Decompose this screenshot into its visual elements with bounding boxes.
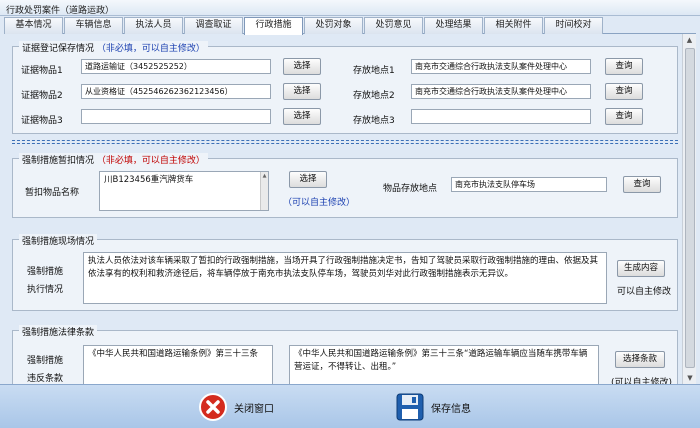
evidence-item-2-select-button[interactable]: 选择 [283,83,321,100]
evidence-note: （非必填，可以自主修改） [96,44,205,54]
close-window-label: 关闭窗口 [234,403,274,415]
scene-label-line1: 强制措施 [27,267,64,277]
seizure-select-hint: （可以自主修改） [283,198,356,208]
vertical-scrollbar[interactable]: ▲ ▼ [682,34,696,384]
evidence-location-3-field[interactable] [411,109,591,124]
tab-penalty-opinion[interactable]: 处罚意见 [364,17,423,34]
evidence-group-title: 证据登记保存情况 （非必填，可以自主修改） [19,41,208,54]
save-info-label: 保存信息 [431,403,471,415]
evidence-location-1-query-button[interactable]: 查询 [605,58,643,75]
evidence-group: 证据登记保存情况 （非必填，可以自主修改） 证据物品1 道路运输证（345252… [12,41,678,134]
seizure-item-text: 川B123456重汽牌货车 [104,175,194,185]
law-label-line1: 强制措施 [27,356,64,366]
scene-group-title: 强制措施现场情况 [19,234,98,247]
evidence-item-2-label: 证据物品2 [21,91,63,101]
scroll-up-icon[interactable]: ▲ [261,172,268,180]
seizure-item-label: 暂扣物品名称 [25,188,80,198]
tab-penalty-target[interactable]: 处罚对象 [304,17,363,34]
seizure-select-button[interactable]: 选择 [289,171,327,188]
evidence-location-2-field[interactable]: 南充市交通综合行政执法支队案件处理中心 [411,84,591,99]
evidence-item-3-select-button[interactable]: 选择 [283,108,321,125]
evidence-location-3-label: 存放地点3 [353,116,395,126]
close-window-button[interactable]: 关闭窗口 [198,391,274,423]
scroll-up-arrow-icon[interactable]: ▲ [683,34,696,46]
law-basis-textarea[interactable]: 《中华人民共和国道路运输条例》第三十三条“道路运输车辆应当随车携带车辆营运证，不… [289,345,599,384]
close-icon [199,393,227,421]
evidence-location-2-label: 存放地点2 [353,91,395,101]
tab-bar: 基本情况 车辆信息 执法人员 调查取证 行政措施 处罚对象 处罚意见 处理结果 … [4,17,696,35]
seizure-note: （非必填，可以自主修改） [96,156,205,166]
tab-administrative-measures[interactable]: 行政措施 [244,17,303,35]
seizure-group-title: 强制措施暂扣情况 （非必填，可以自主修改） [19,153,208,166]
evidence-location-3-query-button[interactable]: 查询 [605,108,643,125]
section-separator [12,140,678,144]
measures-panel: 证据登记保存情况 （非必填，可以自主修改） 证据物品1 道路运输证（345252… [8,34,680,384]
seizure-location-label: 物品存放地点 [383,184,438,194]
scene-group: 强制措施现场情况 强制措施 执行情况 执法人员依法对该车辆采取了暂扣的行政强制措… [12,234,678,311]
law-group-title: 强制措施法律条款 [19,325,98,338]
evidence-location-2-query-button[interactable]: 查询 [605,83,643,100]
save-disk-icon [396,393,424,421]
seizure-item-textarea[interactable]: 川B123456重汽牌货车 ▲ [99,171,269,211]
evidence-item-1-select-button[interactable]: 选择 [283,58,321,75]
scene-execution-textarea[interactable]: 执法人员依法对该车辆采取了暂扣的行政强制措施，当场开具了行政强制措施决定书，告知… [83,252,607,304]
tab-enforcement-staff[interactable]: 执法人员 [124,17,183,34]
save-info-button[interactable]: 保存信息 [395,391,471,423]
tab-attachments[interactable]: 相关附件 [484,17,543,34]
law-select-button[interactable]: 选择条款 [615,351,665,368]
scene-hint: 可以自主修改 [617,287,672,297]
window-title: 行政处罚案件（道路运政） [0,0,700,16]
tab-time-check[interactable]: 时间校对 [544,17,603,34]
tab-vehicle-info[interactable]: 车辆信息 [64,17,123,34]
seizure-location-field[interactable]: 南充市执法支队停车场 [451,177,607,192]
tab-result[interactable]: 处理结果 [424,17,483,34]
law-group: 强制措施法律条款 强制措施 违反条款 《中华人民共和国道路运输条例》第三十三条 … [12,325,678,384]
footer-bar: 关闭窗口 保存信息 [0,384,700,428]
law-label-line2: 违反条款 [27,374,64,384]
evidence-location-1-label: 存放地点1 [353,66,395,76]
law-violated-textarea[interactable]: 《中华人民共和国道路运输条例》第三十三条 [83,345,273,384]
law-hint: (可以自主修改) [611,378,673,384]
tab-basic-info[interactable]: 基本情况 [4,17,63,34]
scrollbar-thumb[interactable] [685,48,695,368]
scene-generate-button[interactable]: 生成内容 [617,260,665,277]
tab-investigation[interactable]: 调查取证 [184,17,243,34]
evidence-location-1-field[interactable]: 南充市交通综合行政执法支队案件处理中心 [411,59,591,74]
evidence-item-2-field[interactable]: 从业资格证（452546262362123456） [81,84,271,99]
scroll-down-arrow-icon[interactable]: ▼ [683,372,697,384]
evidence-item-1-label: 证据物品1 [21,66,63,76]
seizure-item-scrollbar[interactable]: ▲ [260,172,268,210]
seizure-group: 强制措施暂扣情况 （非必填，可以自主修改） 暂扣物品名称 川B123456重汽牌… [12,153,678,218]
scene-label-line2: 执行情况 [27,285,64,295]
evidence-item-1-field[interactable]: 道路运输证（3452525252） [81,59,271,74]
evidence-item-3-field[interactable] [81,109,271,124]
evidence-item-3-label: 证据物品3 [21,116,63,126]
seizure-query-button[interactable]: 查询 [623,176,661,193]
